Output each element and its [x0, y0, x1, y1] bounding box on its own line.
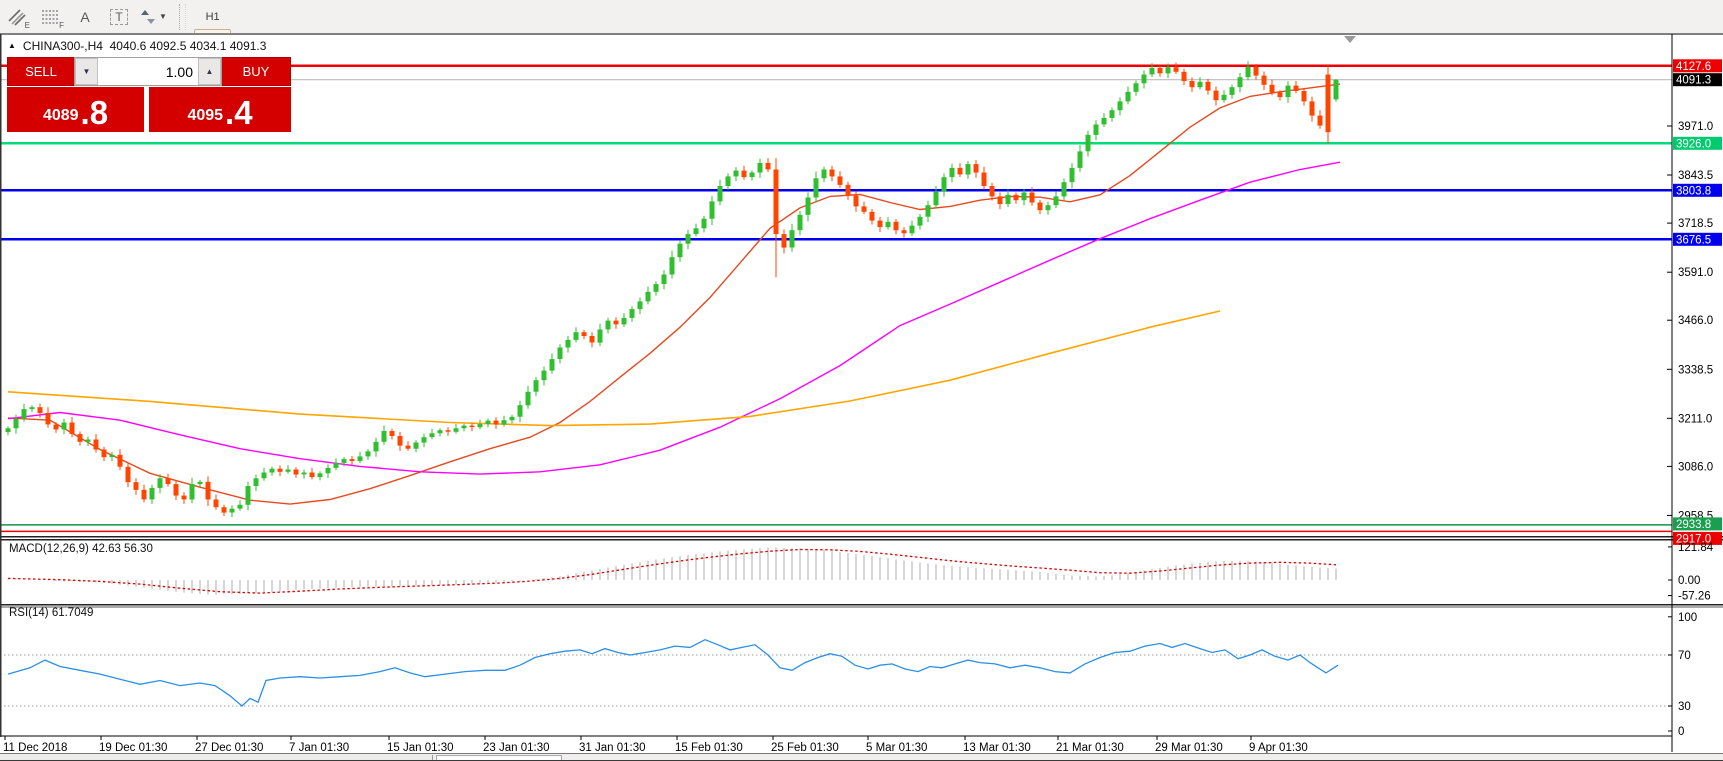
price-badge-label: 3676.5 [1676, 234, 1711, 246]
buy-button[interactable]: BUY [222, 57, 291, 86]
ma-mid-magenta [7, 161, 1341, 475]
price-badge-label: 3803.8 [1676, 185, 1711, 197]
rsi-tick-label: 70 [1678, 650, 1691, 662]
arrows-tool-button[interactable]: ▼ [139, 4, 168, 30]
chevron-down-icon: ▼ [159, 12, 167, 21]
bid-price-box[interactable]: 4089 .8 [7, 87, 144, 132]
macd-indicator-label: MACD(12,26,9) 42.63 56.30 [9, 543, 153, 555]
one-click-trading-panel: SELL ▼ ▲ BUY 4089 .8 4095 .4 [7, 57, 291, 132]
toolbar-separator [178, 3, 186, 30]
equidistant-channel-tool-button[interactable]: E [3, 4, 31, 30]
volume-stepper: ▼ ▲ [74, 57, 222, 86]
macd-tick-label: 121.84 [1678, 542, 1714, 554]
ma-slow-orange [7, 310, 1221, 427]
tool-sub-letter: F [59, 20, 64, 30]
macd-tick-label: 0.00 [1678, 575, 1700, 587]
price-badge-label: 4127.6 [1676, 61, 1711, 73]
fibonacci-icon [42, 9, 58, 24]
price-tick-label: 3466.0 [1678, 315, 1713, 327]
rsi-tick-label: 30 [1678, 701, 1691, 713]
chart-shift-marker-icon[interactable] [1344, 36, 1356, 43]
macd-histogram [7, 547, 1337, 595]
rsi-line [7, 638, 1339, 707]
symbol-period-label: CHINA300-,H4 [22, 39, 103, 53]
chart-canvas[interactable]: 3971.0 3843.5 3718.5 3591.0 3466.0 3338.5 3211… [0, 33, 1723, 761]
rsi-indicator-label: RSI(14) 61.7049 [9, 607, 94, 619]
sell-button[interactable]: SELL [7, 57, 74, 86]
toolbar: E F A T ▼ M1M5M15M30H1H4D1W1MN [0, 0, 1723, 119]
bid-price-big-digit: .8 [80, 94, 109, 131]
tf-button-M30[interactable]: M30 [194, 0, 231, 5]
price-badge-label: 2933.8 [1676, 519, 1711, 531]
collapse-arrow-icon[interactable]: ▲ [8, 41, 16, 50]
ohlc-values: 4040.6 4092.5 4034.1 4091.3 [109, 39, 267, 53]
macd-tick-label: -57.26 [1678, 591, 1711, 603]
chart-title: ▲ CHINA300-,H4 4040.6 4092.5 4034.1 4091.… [8, 39, 266, 53]
arrows-icon [141, 9, 155, 24]
text-label-tool-button[interactable]: A [71, 4, 99, 30]
trading-terminal-window: E F A T ▼ M1M5M15M30H1H4D1W1MN [0, 0, 1723, 761]
price-tick-label: 3211.0 [1678, 413, 1712, 425]
tool-sub-letter: E [24, 20, 30, 30]
rsi-tick-label: 0 [1678, 726, 1684, 738]
price-badge-label: 3926.0 [1676, 138, 1711, 150]
price-tick-label: 3086.0 [1678, 461, 1713, 473]
price-tick-label: 3971.0 [1678, 121, 1713, 133]
ask-price-box[interactable]: 4095 .4 [149, 87, 291, 132]
volume-input[interactable] [98, 58, 198, 85]
ask-price-big-digit: .4 [225, 94, 253, 131]
price-badge-label: 4091.3 [1676, 75, 1711, 87]
price-tick-label: 3843.5 [1678, 170, 1713, 182]
text-tool-icon: T [110, 8, 128, 25]
volume-decrease-button[interactable]: ▼ [75, 58, 98, 85]
text-label-icon: A [80, 8, 90, 25]
rsi-tick-label: 100 [1678, 612, 1697, 624]
price-tick-label: 3338.5 [1678, 364, 1713, 376]
volume-increase-button[interactable]: ▲ [198, 58, 221, 85]
bottom-tab-strip[interactable] [0, 753, 1723, 761]
price-tick-label: 3718.5 [1678, 218, 1713, 230]
bid-price-main: 4089 [42, 107, 79, 124]
tf-button-H1[interactable]: H1 [194, 5, 231, 29]
text-tool-button[interactable]: T [105, 4, 133, 30]
ask-price-main: 4095 [187, 107, 224, 124]
fibonacci-tool-button[interactable]: F [37, 4, 65, 30]
chart-window: 3971.0 3843.5 3718.5 3591.0 3466.0 3338.5 3211… [0, 33, 1723, 761]
price-tick-label: 3591.0 [1678, 267, 1713, 279]
